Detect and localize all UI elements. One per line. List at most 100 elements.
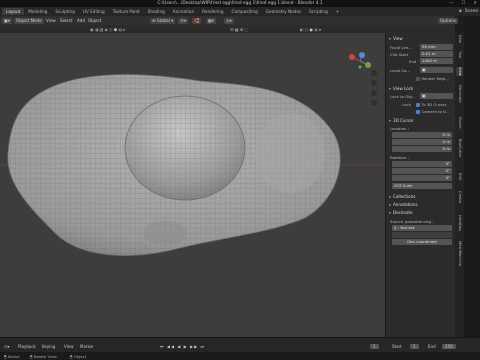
vtab-tool[interactable]: Tool <box>456 51 463 58</box>
minimize-icon[interactable]: — <box>449 1 453 6</box>
pivot-icon[interactable]: ⦿▾ <box>178 17 189 24</box>
close-icon[interactable]: ✕ <box>473 1 477 6</box>
tab-sculpting[interactable]: Sculpting <box>51 8 79 15</box>
viewport-header-2: ◉ ◑ ▥ ◈ ⬡ ⬢ ◍ ▸ ☰ ▦ ⊞ ⬚ ◐ ○ ● ◍ ▾ <box>0 25 455 33</box>
loc-x-field[interactable]: 0 m <box>392 132 452 138</box>
rotation-label: Rotation : <box>390 155 409 160</box>
lock-to-object-label: Lock to Obj... <box>390 94 416 99</box>
source-label: Source (possible orig... <box>390 219 435 224</box>
current-frame-field[interactable]: 1 <box>370 344 379 349</box>
rot-y-field[interactable]: 0° <box>392 168 452 174</box>
tab-animation[interactable]: Animation <box>169 8 198 15</box>
tab-compositing[interactable]: Compositing <box>228 8 262 15</box>
3d-viewport[interactable] <box>0 33 385 337</box>
camera-to-view-checkbox[interactable]: Camera to V... <box>416 109 449 114</box>
proportional-icon[interactable]: ◎▾ <box>224 17 234 24</box>
vtab-edit[interactable]: Edit <box>456 173 463 180</box>
sidebar-vertical-tabs: Item Tool View Decimate Fluent BoxCutter… <box>455 33 464 337</box>
rot-x-field[interactable]: 0° <box>392 161 452 167</box>
not-set-dropdown[interactable]: 0 - Not set <box>392 225 452 231</box>
gen-coordinate-button[interactable]: Gen coordinate <box>392 239 452 245</box>
local-camera-field[interactable]: ▣ <box>420 67 453 73</box>
scene-name[interactable]: Scene <box>465 9 478 14</box>
menu-keying[interactable]: Keying <box>42 344 55 349</box>
options-dropdown[interactable]: Options <box>438 17 458 24</box>
section-view[interactable]: ▾ View <box>386 35 456 42</box>
vtab-boxcutter[interactable]: BoxCutter <box>456 139 463 157</box>
status-rotate-view: 🖱 Rotate View <box>30 353 57 359</box>
to-3d-cursor-checkbox[interactable]: To 3D Cursor <box>416 102 446 107</box>
tab-layout[interactable]: Layout <box>2 8 25 15</box>
menu-add[interactable]: Add <box>77 18 85 24</box>
viewport-header: ▣▾ Object Mode View Select Add Object ⊕ … <box>0 16 458 25</box>
local-camera-label: Local Ca... <box>390 68 411 73</box>
mode-dropdown[interactable]: Object Mode <box>14 17 44 24</box>
section-3d-cursor[interactable]: ▾ 3D Cursor <box>386 117 456 124</box>
secondary-field[interactable] <box>392 232 452 238</box>
loc-y-field[interactable]: 0 m <box>392 139 452 145</box>
tab-rendering[interactable]: Rendering <box>198 8 227 15</box>
shading-buttons[interactable]: ◐ ○ ● ◍ ▾ <box>300 27 321 32</box>
vtab-decimate[interactable]: Decimate <box>456 85 463 103</box>
gizmo-toggles[interactable]: ☰ ▦ ⊞ ⬚ <box>230 27 248 32</box>
lock-to-object-field[interactable]: ▣ <box>420 93 453 99</box>
end-frame-field[interactable]: 250 <box>442 344 456 349</box>
viewport-canvas[interactable] <box>0 33 385 337</box>
vtab-hardops[interactable]: HardOps <box>456 215 463 231</box>
vtab-view[interactable]: View <box>456 67 463 76</box>
navigation-gizmo[interactable] <box>349 52 371 69</box>
title-bar: C:\Users\...\Desktop\WIP\fried egg\fried… <box>0 0 480 7</box>
render-region-checkbox[interactable]: Render Regi... <box>416 76 449 81</box>
focal-length-field[interactable]: 50 mm <box>420 44 453 50</box>
vtab-item[interactable]: Item <box>456 35 463 43</box>
menu-playback[interactable]: Playback <box>18 344 36 349</box>
menu-view[interactable]: View <box>46 18 56 24</box>
vtab-create[interactable]: Create <box>456 191 463 203</box>
workspace-tabs: Layout Modeling Sculpting UV Editing Tex… <box>0 7 480 16</box>
tab-add[interactable]: + <box>332 8 344 15</box>
status-select: 🖱 Select <box>4 353 20 359</box>
camera-view-icon <box>371 90 377 96</box>
menu-view-timeline[interactable]: View <box>64 344 74 349</box>
vtab-meshmachine[interactable]: MeshMachine <box>456 241 463 266</box>
right-editor-strip <box>464 16 480 337</box>
menu-marker[interactable]: Marker <box>80 344 94 349</box>
tab-texture-paint[interactable]: Texture Paint <box>109 8 144 15</box>
timeline: ◷▾ Playback Keying View Marker ⏮ ◀◀ ◀ ▶ … <box>0 337 480 352</box>
sidebar-n-panel: ▾ View Focal Len... 50 mm Clip Start 0.01… <box>385 33 455 337</box>
clip-start-label: Clip Start <box>390 52 409 57</box>
start-frame-field[interactable]: 1 <box>410 344 419 349</box>
timeline-editor-icon[interactable]: ◷▾ <box>4 344 10 349</box>
lock-label: Lock <box>402 102 411 107</box>
yolk-wireframe <box>125 96 245 200</box>
tab-geometry-nodes[interactable]: Geometry Nodes <box>262 8 305 15</box>
focal-length-label: Focal Len... <box>390 45 412 50</box>
maximize-icon[interactable]: ☐ <box>462 1 466 6</box>
loc-z-field[interactable]: 0 m <box>392 146 452 152</box>
tab-scripting[interactable]: Scripting <box>305 8 332 15</box>
transform-orientation-dropdown[interactable]: ⊕ Global ▾ <box>150 17 176 24</box>
clip-start-field[interactable]: 0.01 m <box>420 51 453 57</box>
overlay-tools[interactable]: ◉ ◑ ▥ ◈ ⬡ ⬢ ◍ ▸ <box>90 27 125 32</box>
rotation-mode-dropdown[interactable]: XYZ Euler <box>392 183 452 189</box>
zoom-icon <box>371 70 377 76</box>
rot-z-field[interactable]: 0° <box>392 175 452 181</box>
tab-modeling[interactable]: Modeling <box>24 8 51 15</box>
start-label: Start <box>392 344 402 349</box>
tab-uv-editing[interactable]: UV Editing <box>79 8 109 15</box>
section-decimate[interactable]: ▾ Decimate <box>386 209 456 216</box>
perspective-icon <box>371 100 377 106</box>
playback-controls[interactable]: ⏮ ◀◀ ◀ ▶ ▶▶ ⏭ <box>160 344 205 349</box>
section-collections[interactable]: ▸ Collections <box>386 193 456 200</box>
menu-select[interactable]: Select <box>60 18 73 24</box>
clip-end-field[interactable]: 1000 m <box>420 58 453 64</box>
snap-icon[interactable]: 🧲 <box>192 17 202 24</box>
tab-shading[interactable]: Shading <box>144 8 169 15</box>
egg-white-bump <box>255 113 325 193</box>
editor-type-icon[interactable]: ▣▾ <box>2 17 12 24</box>
section-view-lock[interactable]: ▾ View Lock <box>386 85 456 92</box>
section-annotations[interactable]: ▸ Annotations <box>386 201 456 208</box>
vtab-fluent[interactable]: Fluent <box>456 117 463 129</box>
snap-target-icon[interactable]: ▦▾ <box>206 17 216 24</box>
menu-object[interactable]: Object <box>88 18 101 24</box>
